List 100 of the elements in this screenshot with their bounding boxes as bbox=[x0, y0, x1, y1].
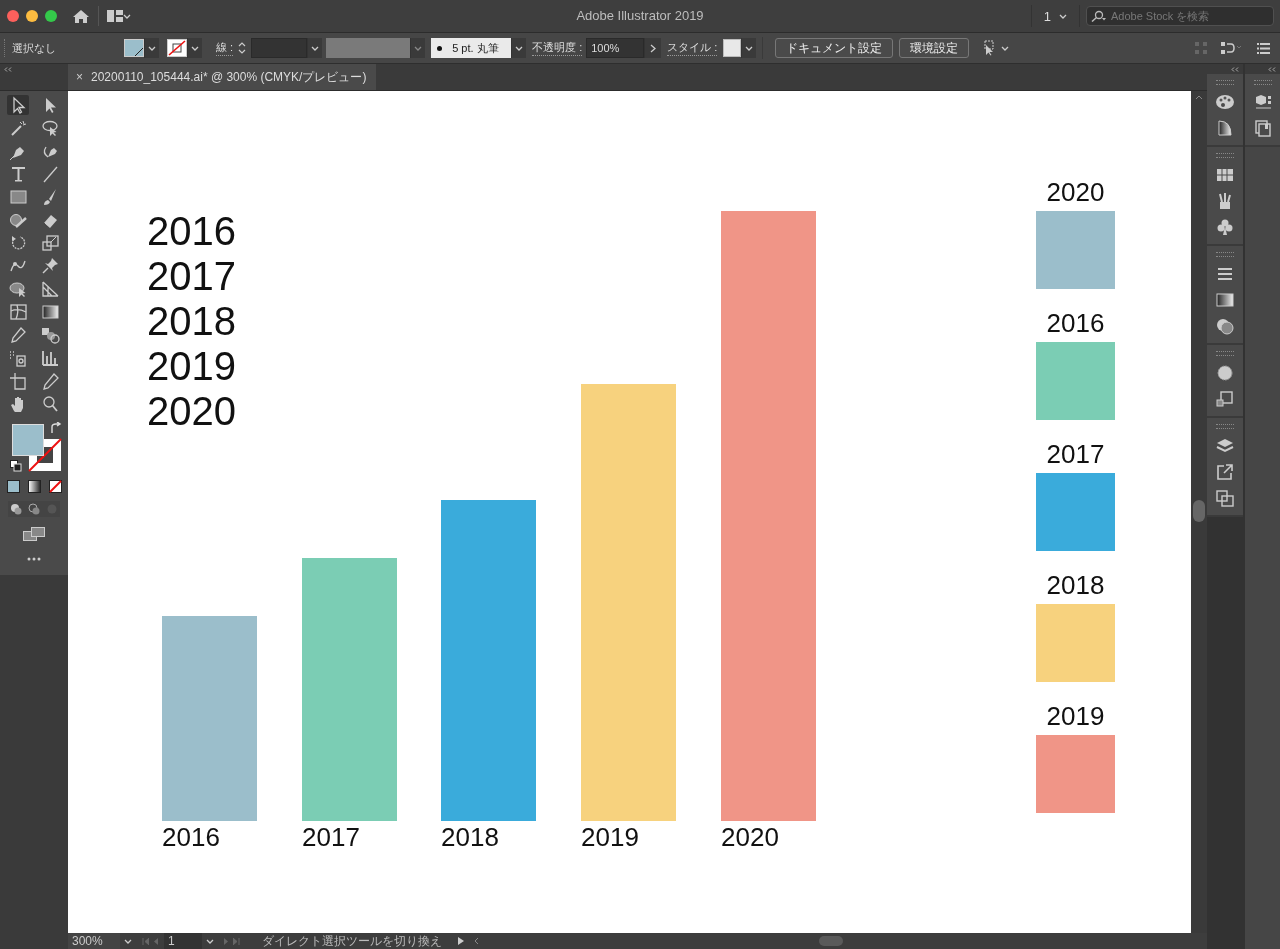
zoom-field[interactable]: 300% bbox=[68, 933, 120, 949]
variable-width-field[interactable] bbox=[326, 38, 411, 58]
year-text: 2016 bbox=[147, 209, 236, 254]
stroke-swatch[interactable] bbox=[167, 39, 187, 57]
scroll-up-icon[interactable] bbox=[1195, 95, 1203, 100]
artboard-field[interactable]: 1 bbox=[164, 933, 202, 949]
gradient-mode-icon[interactable] bbox=[27, 480, 41, 493]
caret-icon[interactable] bbox=[311, 45, 320, 51]
selection-status: 選択なし bbox=[12, 40, 57, 56]
blend-icon[interactable] bbox=[40, 325, 60, 345]
more-icon[interactable] bbox=[27, 557, 41, 561]
search-field[interactable]: Adobe Stock を検索 bbox=[1086, 6, 1274, 26]
club-icon[interactable] bbox=[1215, 218, 1235, 236]
scrollbar-thumb[interactable] bbox=[1193, 500, 1205, 522]
swap-arrow-icon[interactable] bbox=[50, 422, 62, 434]
legend-label: 2016 bbox=[1046, 308, 1105, 338]
menu-icon[interactable] bbox=[1257, 42, 1270, 54]
legend-label: 2018 bbox=[1046, 570, 1105, 600]
layout-icon[interactable] bbox=[107, 10, 123, 22]
style-label: スタイル : bbox=[667, 40, 718, 56]
caret-icon[interactable] bbox=[414, 45, 423, 51]
legend-label: 2019 bbox=[1046, 701, 1105, 731]
zoom-icon[interactable] bbox=[40, 394, 60, 414]
stroke-lines-icon[interactable] bbox=[1215, 265, 1235, 283]
caret-icon[interactable] bbox=[1001, 45, 1010, 51]
gradient-panel-icon[interactable] bbox=[1215, 291, 1235, 309]
pathfinder-icon[interactable] bbox=[1215, 489, 1235, 507]
bar-label: 2020 bbox=[721, 822, 779, 853]
scrollbar-thumb[interactable] bbox=[819, 936, 843, 946]
legend-label: 2020 bbox=[1046, 177, 1105, 207]
bar-label: 2017 bbox=[302, 822, 360, 853]
caret-icon[interactable] bbox=[206, 938, 214, 944]
search-icon bbox=[1091, 10, 1107, 22]
window-title: Adobe Illustrator 2019 bbox=[576, 8, 704, 23]
transform-icon[interactable] bbox=[1221, 41, 1243, 55]
brush-dot-icon bbox=[437, 45, 443, 51]
document-tab[interactable]: × 20200110_105444.ai* @ 300% (CMYK/プレビュー) bbox=[68, 64, 377, 90]
eyedropper-icon[interactable] bbox=[8, 325, 28, 345]
caret-icon[interactable] bbox=[123, 13, 131, 19]
caret-icon[interactable] bbox=[515, 45, 524, 51]
caret-icon[interactable] bbox=[148, 45, 156, 51]
color-mode-icon[interactable] bbox=[6, 480, 20, 493]
transparency-icon[interactable] bbox=[1215, 317, 1235, 335]
fill-swatch[interactable] bbox=[124, 39, 144, 57]
year-text: 2020 bbox=[147, 389, 236, 434]
bar-label: 2019 bbox=[581, 822, 639, 853]
shape-builder-icon[interactable] bbox=[8, 279, 28, 299]
tab-close-button[interactable]: × bbox=[76, 70, 83, 84]
lasso-icon[interactable] bbox=[40, 118, 60, 138]
fill-color-swatch[interactable] bbox=[12, 424, 44, 456]
export-icon[interactable] bbox=[1215, 463, 1235, 481]
palette-icon[interactable] bbox=[1215, 93, 1235, 111]
year-text: 2018 bbox=[147, 299, 236, 344]
document-title: 20200110_105444.ai* @ 300% (CMYK/プレビュー) bbox=[91, 68, 367, 86]
close-button[interactable] bbox=[7, 10, 19, 22]
stroke-label: 線 : bbox=[216, 40, 234, 56]
transform-panel-icon[interactable] bbox=[1215, 390, 1235, 408]
arrange-value[interactable]: 1 bbox=[1043, 8, 1051, 24]
none-mode-icon[interactable] bbox=[48, 480, 62, 493]
minimize-button[interactable] bbox=[26, 10, 38, 22]
caret-icon[interactable] bbox=[745, 45, 754, 51]
scale-icon[interactable] bbox=[40, 233, 60, 253]
year-text: 2019 bbox=[147, 344, 236, 389]
draw-normal-icon[interactable] bbox=[10, 503, 22, 515]
scroll-left-icon[interactable] bbox=[474, 937, 479, 945]
year-text: 2017 bbox=[147, 254, 236, 299]
symbol-sprayer-icon[interactable] bbox=[8, 348, 28, 368]
stepper-icon[interactable] bbox=[237, 40, 248, 56]
style-swatch[interactable] bbox=[723, 39, 742, 57]
chevron-right-icon[interactable] bbox=[650, 43, 657, 53]
screen-mode-icon[interactable] bbox=[23, 527, 45, 541]
brush-field[interactable]: 5 pt. 丸筆 bbox=[431, 38, 512, 58]
slice-icon[interactable] bbox=[40, 371, 60, 391]
opacity-label: 不透明度 : bbox=[532, 40, 583, 56]
bar-label: 2016 bbox=[162, 822, 220, 853]
rectangle-icon[interactable] bbox=[8, 187, 28, 207]
caret-icon[interactable] bbox=[191, 45, 199, 51]
caret-icon[interactable] bbox=[124, 938, 132, 944]
artboard-icon[interactable] bbox=[8, 371, 28, 391]
tool-status: ダイレクト選択ツールを切り換え bbox=[261, 932, 443, 949]
swatches-icon[interactable] bbox=[1215, 166, 1235, 184]
color-guide-icon[interactable] bbox=[1215, 119, 1235, 137]
layers-icon[interactable] bbox=[1215, 437, 1235, 455]
pin-icon[interactable] bbox=[40, 256, 60, 276]
bar-label: 2018 bbox=[441, 822, 499, 853]
preferences-button[interactable]: 環境設定 bbox=[899, 38, 970, 58]
perspective-grid-icon[interactable] bbox=[40, 279, 60, 299]
legend-label: 2017 bbox=[1046, 439, 1105, 469]
document-setup-button[interactable]: ドキュメント設定 bbox=[775, 38, 894, 58]
default-colors-icon[interactable] bbox=[10, 460, 22, 472]
mesh-icon[interactable] bbox=[8, 302, 28, 322]
gradient-icon[interactable] bbox=[40, 302, 60, 322]
stroke-weight-field[interactable] bbox=[251, 38, 308, 58]
play-icon[interactable] bbox=[458, 937, 464, 945]
zoom-button[interactable] bbox=[45, 10, 57, 22]
column-graph-icon[interactable] bbox=[40, 348, 60, 368]
artboards-panel-icon[interactable] bbox=[1252, 119, 1273, 137]
opacity-field[interactable]: 100% bbox=[586, 38, 645, 58]
home-icon[interactable] bbox=[72, 8, 90, 24]
caret-icon[interactable] bbox=[1059, 13, 1067, 19]
